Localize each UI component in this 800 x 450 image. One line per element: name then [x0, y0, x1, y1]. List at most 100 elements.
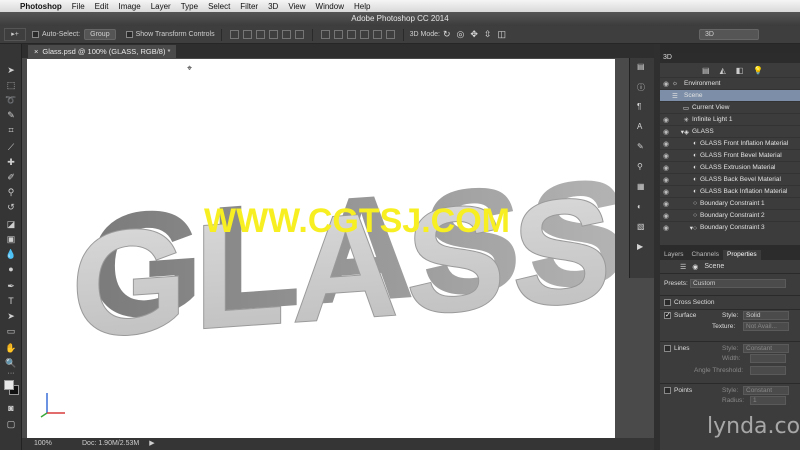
doc-size[interactable]: Doc: 1.90M/2.53M	[82, 438, 139, 450]
surface-style-dropdown[interactable]: Solid	[743, 311, 789, 320]
3d-glass-text-render[interactable]: GLASS GLASS ⌖	[27, 59, 616, 438]
clone-source-icon[interactable]: ⚲	[637, 162, 643, 171]
actions-panel-icon[interactable]: ▶	[637, 242, 643, 251]
eye-icon[interactable]: ◉	[660, 116, 672, 124]
width-field[interactable]	[750, 354, 786, 363]
quick-select-tool-icon[interactable]: ✎	[3, 109, 19, 121]
brush-panel-icon[interactable]: ✎	[637, 142, 644, 151]
blur-tool-icon[interactable]: 💧	[3, 248, 19, 260]
character-panel-icon[interactable]: A	[637, 122, 642, 131]
eye-icon[interactable]: ◉	[660, 176, 672, 184]
eye-icon[interactable]: ◉	[660, 224, 672, 232]
healing-brush-icon[interactable]: ✚	[3, 156, 19, 168]
pen-tool-icon[interactable]: ✒	[3, 280, 19, 292]
type-tool-icon[interactable]: T	[3, 295, 19, 307]
menu-help[interactable]: Help	[354, 2, 370, 11]
distribute-right-icon[interactable]	[385, 30, 395, 39]
distribute-left-icon[interactable]	[359, 30, 369, 39]
tree-row-material[interactable]: ◉ ◐ GLASS Front Inflation Material	[660, 137, 800, 149]
distribute-bottom-icon[interactable]	[346, 30, 356, 39]
points-style-dropdown[interactable]: Constant	[743, 386, 789, 395]
brush-tool-icon[interactable]: ✐	[3, 171, 19, 183]
status-arrow-icon[interactable]: ▶	[149, 438, 154, 450]
align-left-icon[interactable]	[268, 30, 278, 39]
materials-icon[interactable]: ◧	[736, 66, 744, 75]
workspace-dropdown[interactable]: 3D	[698, 29, 759, 40]
eye-icon[interactable]: ◉	[660, 212, 672, 220]
lights-icon[interactable]: 💡	[753, 66, 763, 75]
show-transform-checkbox[interactable]	[125, 31, 133, 38]
align-top-icon[interactable]	[229, 30, 239, 39]
eye-icon[interactable]: ◉	[660, 140, 672, 148]
distribute-middle-icon[interactable]	[333, 30, 343, 39]
adjustments-panel-icon[interactable]: ◐	[637, 202, 642, 211]
menu-3d[interactable]: 3D	[268, 2, 278, 11]
texture-dropdown[interactable]: Not Avail...	[743, 322, 789, 331]
dodge-tool-icon[interactable]: ●	[3, 263, 19, 275]
eye-icon[interactable]: ◉	[660, 152, 672, 160]
tree-row-constraint[interactable]: ◉ ○ Boundary Constraint 2	[660, 209, 800, 221]
menu-filter[interactable]: Filter	[240, 2, 258, 11]
menu-layer[interactable]: Layer	[151, 2, 171, 11]
lines-checkbox[interactable]	[664, 345, 671, 352]
tree-row-constraint[interactable]: ◉ ▾○ Boundary Constraint 3	[660, 221, 800, 233]
eye-icon[interactable]: ◉	[660, 200, 672, 208]
whole-scene-icon[interactable]: ▤	[702, 66, 710, 75]
orbit-icon[interactable]: ↻	[443, 29, 451, 40]
lines-style-dropdown[interactable]: Constant	[743, 344, 789, 353]
angle-threshold-field[interactable]	[750, 366, 786, 375]
auto-select-dropdown[interactable]: Group	[84, 29, 116, 40]
tree-row-material[interactable]: ◉ ◐ GLASS Back Bevel Material	[660, 173, 800, 185]
screen-mode-icon[interactable]: ▢	[3, 418, 19, 430]
styles-panel-icon[interactable]: ▧	[637, 222, 645, 231]
3d-axis-widget[interactable]	[39, 389, 69, 419]
paragraph-panel-icon[interactable]: ¶	[637, 102, 641, 111]
presets-dropdown[interactable]: Custom	[690, 279, 786, 288]
history-brush-icon[interactable]: ↺	[3, 201, 19, 213]
radius-field[interactable]: 1	[750, 396, 786, 405]
menu-file[interactable]: File	[72, 2, 85, 11]
camera-mode-icon[interactable]: ◉	[692, 263, 698, 271]
tab-channels[interactable]: Channels	[688, 250, 723, 260]
eye-icon[interactable]: ◉	[660, 164, 672, 172]
path-select-icon[interactable]: ➤	[3, 310, 19, 322]
tab-properties[interactable]: Properties	[722, 250, 761, 260]
distribute-center-icon[interactable]	[372, 30, 382, 39]
align-middle-icon[interactable]	[242, 30, 252, 39]
distribute-top-icon[interactable]	[320, 30, 330, 39]
info-panel-icon[interactable]: ⓘ	[637, 82, 645, 93]
auto-select-checkbox[interactable]	[32, 31, 39, 38]
more-tools-icon[interactable]: ···	[3, 368, 19, 380]
move-tool-icon[interactable]: ➤	[3, 64, 19, 76]
zoom-level[interactable]: 100%	[22, 438, 82, 450]
eraser-tool-icon[interactable]: ◪	[3, 218, 19, 230]
tree-row-current-view[interactable]: ▭ Current View	[660, 101, 800, 113]
cross-section-checkbox[interactable]	[664, 299, 671, 306]
document-canvas[interactable]: GLASS GLASS ⌖	[27, 59, 615, 438]
tree-row-constraint[interactable]: ◉ ○ Boundary Constraint 1	[660, 197, 800, 209]
eye-icon[interactable]: ◉	[660, 188, 672, 196]
menu-image[interactable]: Image	[118, 2, 140, 11]
close-icon[interactable]: ×	[34, 45, 38, 58]
slide-icon[interactable]: ⇳	[484, 29, 492, 40]
tree-row-infinite-light[interactable]: ◉ ✳ Infinite Light 1	[660, 113, 800, 125]
pan-icon[interactable]: ✥	[470, 29, 478, 40]
scene-mode-icon[interactable]: ☰	[680, 263, 686, 271]
tab-layers[interactable]: Layers	[660, 250, 688, 260]
align-center-icon[interactable]	[281, 30, 291, 39]
eye-icon[interactable]: ◉	[660, 128, 672, 136]
menu-type[interactable]: Type	[181, 2, 198, 11]
tree-row-material[interactable]: ◉ ◐ GLASS Back Inflation Material	[660, 185, 800, 197]
crop-tool-icon[interactable]: ⌗	[3, 124, 19, 136]
tree-row-material[interactable]: ◉ ◐ GLASS Front Bevel Material	[660, 149, 800, 161]
app-menu[interactable]: Photoshop	[20, 2, 62, 11]
gradient-tool-icon[interactable]: ▣	[3, 233, 19, 245]
eyedropper-tool-icon[interactable]: ⟋	[3, 141, 19, 153]
quick-mask-icon[interactable]: ◙	[3, 402, 19, 414]
menu-view[interactable]: View	[288, 2, 305, 11]
roll-icon[interactable]: ◎	[457, 29, 465, 40]
align-bottom-icon[interactable]	[255, 30, 265, 39]
shape-tool-icon[interactable]: ▭	[3, 325, 19, 337]
align-right-icon[interactable]	[294, 30, 304, 39]
foreground-color-swatch[interactable]	[4, 380, 14, 390]
